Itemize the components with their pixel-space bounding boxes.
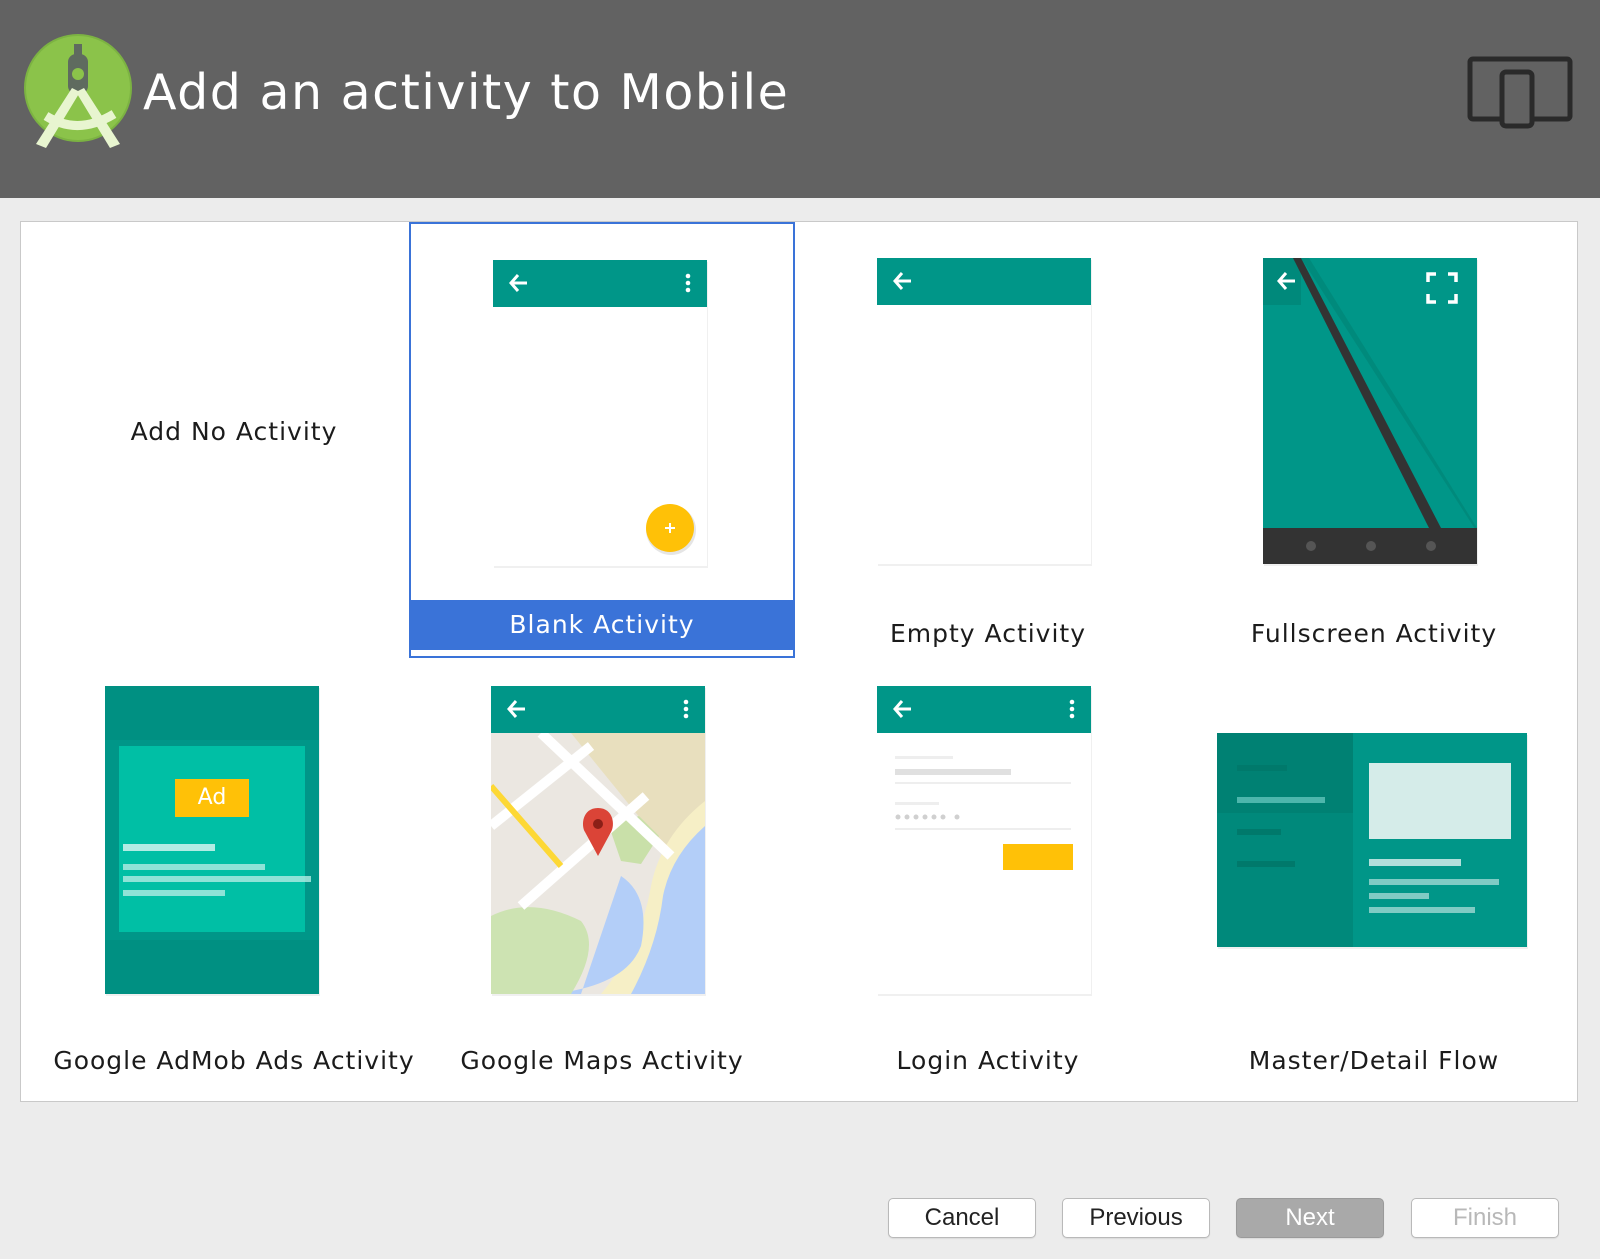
fullscreen-activity-preview (1263, 258, 1478, 566)
activity-label: Blank Activity (409, 600, 795, 650)
dialog-header: Add an activity to Mobile (0, 0, 1600, 198)
previous-button[interactable]: Previous (1062, 1198, 1210, 1238)
activity-add-no-activity[interactable]: Add No Activity (41, 222, 427, 658)
activity-blank-activity[interactable]: Blank Activity (409, 222, 795, 658)
activity-fullscreen-activity[interactable]: Fullscreen Activity (1181, 222, 1567, 658)
master-detail-preview (1217, 733, 1528, 949)
finish-button[interactable]: Finish (1411, 1198, 1559, 1238)
page-title: Add an activity to Mobile (143, 64, 790, 121)
activity-login[interactable]: Login Activity (795, 658, 1181, 1094)
activity-google-admob-ads[interactable]: Ad Google AdMob Ads Activity (41, 658, 427, 1094)
blank-activity-preview (493, 260, 708, 568)
overflow-menu-icon (685, 273, 691, 293)
activity-label: Google Maps Activity (460, 1046, 744, 1075)
activity-label: Google AdMob Ads Activity (53, 1046, 415, 1075)
overflow-menu-icon (1069, 699, 1075, 719)
activity-empty-activity[interactable]: Empty Activity (795, 222, 1181, 658)
empty-activity-preview (877, 258, 1092, 566)
activity-label: Add No Activity (130, 417, 338, 446)
activity-label: Login Activity (896, 1046, 1080, 1075)
maps-activity-preview (491, 686, 706, 996)
phone-tablet-icon (1467, 56, 1573, 129)
android-studio-logo-icon (24, 34, 132, 148)
login-activity-preview (877, 686, 1092, 996)
cancel-button[interactable]: Cancel (888, 1198, 1036, 1238)
activity-label: Master/Detail Flow (1248, 1046, 1500, 1075)
next-button[interactable]: Next (1236, 1198, 1384, 1238)
admob-activity-preview (105, 686, 320, 996)
activity-label: Empty Activity (889, 619, 1087, 648)
overflow-menu-icon (683, 699, 689, 719)
activity-master-detail-flow[interactable]: Master/Detail Flow (1181, 658, 1567, 1094)
activity-gallery[interactable]: Add No Activity Blank Activity Empty Act… (20, 221, 1578, 1102)
activity-google-maps[interactable]: Google Maps Activity (409, 658, 795, 1094)
activity-label: Fullscreen Activity (1250, 619, 1498, 648)
ad-badge-label: Ad (197, 785, 227, 810)
